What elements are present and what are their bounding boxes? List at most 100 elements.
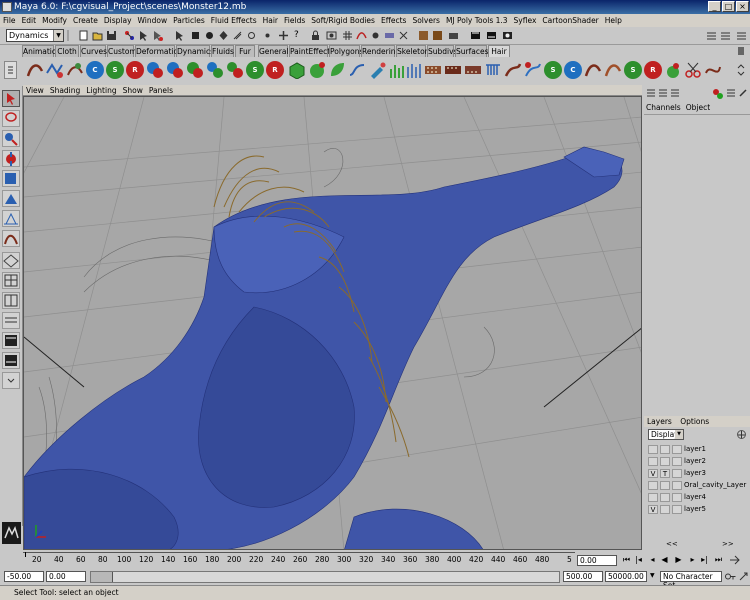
select-tool-icon[interactable]: [2, 90, 20, 107]
rotate-tool-icon[interactable]: [2, 170, 20, 187]
constraint-c-icon[interactable]: [146, 61, 164, 79]
layer-color-swatch[interactable]: [672, 445, 682, 454]
preferences-icon[interactable]: [738, 571, 749, 582]
menu-cartoonshader[interactable]: CartoonShader: [539, 14, 601, 27]
mask-curves-icon[interactable]: [204, 30, 215, 41]
play-forward-icon[interactable]: ▶: [673, 554, 684, 566]
scale-tool-icon[interactable]: [2, 190, 20, 207]
attribute-editor-toggle-icon[interactable]: [706, 30, 717, 41]
layout-dropdown-icon[interactable]: [2, 372, 20, 389]
select-object-icon[interactable]: [138, 30, 149, 41]
s-ball-icon[interactable]: S: [106, 61, 124, 79]
c-ball-icon[interactable]: C: [86, 61, 104, 79]
menu-particles[interactable]: Particles: [170, 14, 208, 27]
output-ops-icon[interactable]: [432, 30, 443, 41]
blend-s-icon[interactable]: [226, 61, 244, 79]
scroll-left-button[interactable]: <<: [666, 540, 678, 548]
layer-color-swatch[interactable]: [672, 457, 682, 466]
lock-selection-icon[interactable]: [310, 30, 321, 41]
menu-soft-rigid-bodies[interactable]: Soft/Rigid Bodies: [308, 14, 378, 27]
character-set-field[interactable]: No Character Set: [660, 571, 722, 590]
menu-mj-poly-tools[interactable]: MJ Poly Tools 1.3: [443, 14, 511, 27]
layer-visibility-toggle[interactable]: V: [648, 505, 658, 514]
s-ball-icon-3[interactable]: S: [544, 61, 562, 79]
comb-icon[interactable]: [484, 61, 502, 79]
r-ball-icon[interactable]: R: [126, 61, 144, 79]
panel-menu-view[interactable]: View: [23, 85, 47, 96]
shelf-tab-rendering[interactable]: Rendering: [361, 45, 400, 57]
animation-key-icon[interactable]: [729, 554, 740, 566]
film-strip-icon-2[interactable]: [444, 61, 462, 79]
open-scene-icon[interactable]: [92, 30, 103, 41]
ipr-render-icon[interactable]: [486, 30, 497, 41]
hair-curve-icon-3[interactable]: [604, 61, 622, 79]
layers-menu[interactable]: Layers: [647, 417, 672, 426]
options-menu[interactable]: Options: [680, 417, 709, 426]
shelf-scroll-icon[interactable]: [736, 61, 746, 79]
step-back-key-icon[interactable]: |◂: [633, 554, 644, 566]
shelf-tab-subdivs[interactable]: Subdivs: [427, 45, 457, 57]
panel-menu-panels[interactable]: Panels: [146, 85, 176, 96]
shelf-menu-icon[interactable]: [4, 61, 17, 79]
layer-row[interactable]: V layer5: [648, 504, 748, 515]
chevron-down-icon[interactable]: ▼: [650, 572, 658, 582]
green-cube-icon[interactable]: [288, 61, 306, 80]
make-live-icon[interactable]: [398, 30, 409, 41]
shelf-tab-animation[interactable]: Animation: [22, 45, 61, 57]
maximize-button[interactable]: □: [722, 1, 735, 12]
new-scene-icon[interactable]: [78, 30, 89, 41]
shelf-tab-fluids[interactable]: Fluids: [211, 45, 234, 57]
step-back-frame-icon[interactable]: ◂: [647, 554, 658, 566]
snap-grid-icon[interactable]: [342, 30, 353, 41]
snap-view-plane-icon[interactable]: [384, 30, 395, 41]
save-scene-icon[interactable]: [106, 30, 117, 41]
select-component-icon[interactable]: [152, 30, 163, 41]
maya-app-icon[interactable]: [2, 2, 12, 12]
hair-brush-icon[interactable]: [504, 61, 522, 79]
mask-surfaces-icon[interactable]: [218, 30, 229, 41]
animation-end-field[interactable]: 50000.00: [605, 571, 647, 582]
shelf-tab-deformation[interactable]: Deformation: [135, 45, 183, 57]
leaf-icon[interactable]: [328, 61, 346, 79]
menu-fields[interactable]: Fields: [281, 14, 308, 27]
step-forward-frame-icon[interactable]: ▸: [687, 554, 698, 566]
hair-curve-icon[interactable]: [26, 61, 44, 79]
s-ball-icon-2[interactable]: S: [246, 61, 264, 79]
layer-color-swatch[interactable]: [672, 493, 682, 502]
manipulator-tool-icon[interactable]: [2, 210, 20, 227]
pin-icon[interactable]: [738, 88, 748, 98]
playback-start-field[interactable]: 0.00: [46, 571, 86, 582]
layer-type-toggle[interactable]: [660, 481, 670, 490]
hair-tool-icon[interactable]: [66, 61, 84, 79]
layout-render-icon[interactable]: [2, 352, 20, 369]
hair-edit-icon[interactable]: [524, 61, 542, 79]
hair-wave-icon[interactable]: [46, 61, 64, 79]
input-ops-icon[interactable]: [418, 30, 429, 41]
layout-single-pane-icon[interactable]: [2, 252, 20, 269]
apple-icon[interactable]: [664, 61, 682, 79]
channel-box-toggle-icon[interactable]: [736, 30, 747, 41]
menu-create[interactable]: Create: [70, 14, 101, 27]
paint-brush-icon[interactable]: [368, 61, 386, 79]
list-options-icon[interactable]: [726, 88, 736, 98]
layer-type-toggle[interactable]: [660, 493, 670, 502]
go-to-start-icon[interactable]: ⏮: [621, 554, 632, 566]
render-frame-icon[interactable]: [470, 30, 481, 41]
shelf-tab-cloth[interactable]: Cloth: [55, 45, 79, 57]
layer-row[interactable]: layer4: [648, 492, 748, 503]
layer-color-swatch[interactable]: [672, 481, 682, 490]
s-ball-icon-4[interactable]: S: [624, 61, 642, 79]
layout-four-pane-icon[interactable]: [2, 272, 20, 289]
mask-rendering-icon[interactable]: [262, 30, 273, 41]
go-to-end-icon[interactable]: ⏭: [713, 554, 724, 566]
menu-modify[interactable]: Modify: [39, 14, 70, 27]
scroll-right-button[interactable]: >>: [722, 540, 734, 548]
panel-menu-shading[interactable]: Shading: [47, 85, 83, 96]
color-balls-icon[interactable]: [712, 88, 724, 100]
menu-help[interactable]: Help: [602, 14, 625, 27]
hair-curl-icon[interactable]: [704, 61, 722, 79]
menu-edit[interactable]: Edit: [19, 14, 40, 27]
blend-c-icon[interactable]: [206, 61, 224, 79]
time-slider[interactable]: 20 40 60 80 100 120 140 160 180 200 220 …: [23, 552, 575, 569]
paint-select-tool-icon[interactable]: [2, 130, 20, 147]
